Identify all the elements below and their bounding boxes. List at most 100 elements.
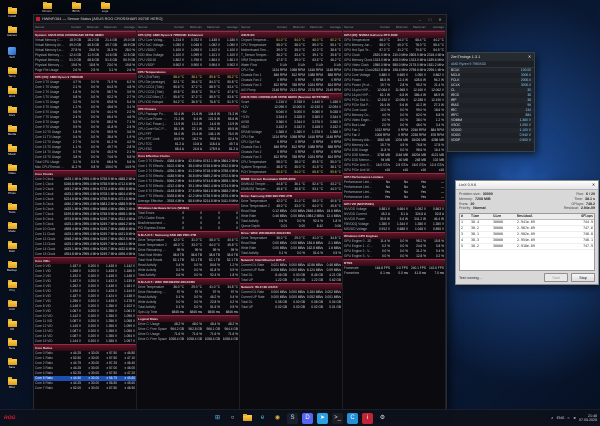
section-header[interactable]: Drive: Samsung SSD 990 PRO 2TB	[240, 192, 342, 199]
desktop-icon[interactable]: Backup	[1, 262, 23, 272]
section-header[interactable]: Windows Hardware Errors (WHEA)	[137, 204, 239, 211]
desktop-icon[interactable]: Mods	[1, 223, 23, 233]
zentimings-title-bar[interactable]: ZenTimings 1.3.1 ✕	[448, 53, 534, 61]
sensor-row[interactable]: Queue Depth0.010.008.420.06	[240, 224, 342, 229]
sensor-row[interactable]: Core 15 Clock4924.8 MHz2995.4 MHz5249.7 …	[34, 252, 136, 257]
close-icon[interactable]: ✕	[528, 53, 531, 61]
section-header[interactable]: Core VIDs	[34, 257, 136, 264]
desktop-icon[interactable]: Logs	[94, 3, 116, 13]
section-header[interactable]: Core Effective Clocks	[137, 152, 239, 159]
section-header[interactable]: GPU Performance Limiters	[343, 173, 445, 180]
desktop-icon[interactable]: Video	[1, 165, 23, 175]
section-header[interactable]: GPU [#0]: NVIDIA GeForce RTX 4090	[343, 31, 445, 38]
desktop-icon[interactable]: Photo	[1, 185, 23, 195]
desktop-icon[interactable]: Docs	[1, 107, 23, 117]
desktop-icon[interactable]: Proj	[1, 282, 23, 292]
desktop-icon[interactable]: Temp	[1, 68, 23, 78]
maximize-icon[interactable]: □	[426, 16, 434, 23]
sensor-row[interactable]: DIMM B2 Temperature45.6 °C36.8 °C53.1 °C…	[240, 187, 342, 192]
rog-logo[interactable]: ROG	[4, 415, 16, 421]
sensor-row[interactable]: AIO Pump2148 RPM2121 RPM2176 RPM2149 RPM	[240, 88, 342, 93]
sensor-row[interactable]: MSVDD Voltage0.912 V0.688 V1.048 V0.896 …	[343, 227, 445, 232]
sensor-row[interactable]: GPU Engine 3 - Video Processing0.0 %0.0 …	[343, 254, 445, 259]
section-header[interactable]: Logical Disks	[137, 315, 239, 322]
terminal-icon[interactable]: >_	[332, 413, 343, 424]
taskbar-clock[interactable]: 21:48 07.05.2025	[579, 414, 597, 423]
tray-chevron-icon[interactable]: ∧	[551, 416, 554, 420]
sensor-row[interactable]: PCH Temperature60.5 °C54.0 °C65.5 °C59.8…	[240, 170, 342, 175]
desktop-icon[interactable]: BIOS	[65, 3, 87, 13]
section-header[interactable]: Core Ratios	[34, 344, 136, 351]
results-row[interactable]: 538.2300002.918e-09747.9	[460, 244, 594, 250]
desktop-icon[interactable]: Distr	[1, 243, 23, 253]
sensor-row[interactable]: CPU EDC88.4 A24.6 A178.9 A81.2 A	[137, 147, 239, 152]
hwinfo-title-bar[interactable]: HWiNFO64 — Sensor Status [ASUS ROG CROSS…	[34, 15, 446, 24]
chrome-icon[interactable]: ◉	[272, 413, 283, 424]
explorer-icon[interactable]	[242, 413, 253, 424]
section-header[interactable]: CPU [#0]: AMD Ryzen 9 7950X3D	[34, 73, 136, 80]
sensor-row[interactable]: Core 7 Ratiox 52.00x 30.00x 57.50x 46.90	[34, 386, 136, 391]
section-header[interactable]: CPU Temperatures	[137, 68, 239, 75]
section-header[interactable]: Network: Intel Ethernet I225-V	[240, 256, 342, 263]
section-header[interactable]: RTSS	[343, 259, 445, 266]
sensor-row[interactable]: Frametime6.1 ms0.0 ms41.8 ms7.0 ms	[343, 271, 445, 276]
desktop-icon[interactable]: Soft	[1, 47, 23, 59]
section-header[interactable]: Network: Wi-Fi 6E AX210	[240, 283, 342, 290]
sensor-row[interactable]: PCI Express Errors0000	[137, 226, 239, 231]
settings-icon[interactable]: ⚙	[377, 413, 388, 424]
desktop-icon[interactable]: Work	[1, 88, 23, 98]
vscode-icon[interactable]: C	[347, 413, 358, 424]
sensor-row[interactable]: Total UP0.02 GB0.00 GB0.02 GB0.01 GB	[240, 305, 342, 310]
desktop-icon[interactable]: Install	[1, 8, 23, 18]
section-header[interactable]: Drive: WDC WD40EZRZ-00GXCB0	[240, 229, 342, 236]
section-header[interactable]: GPU VR (NCP45491)	[343, 200, 445, 207]
results-table[interactable]: #TimeSizeResidualGFlops138.4300002.941e-…	[459, 213, 595, 271]
discord-icon[interactable]: D	[302, 413, 313, 424]
sensor-row[interactable]: Spin-Up Time6846 ms6846 ms6846 ms6846 ms	[137, 310, 239, 315]
sensor-row[interactable]: Core 15 VID1.144 V0.200 V1.356 V1.097 V	[34, 339, 136, 344]
sensor-row[interactable]: Drive D: Free Space1058.4 GB1058.4 GB105…	[137, 337, 239, 342]
section-header[interactable]: S.M.A.R.T.: Samsung SSD 990 PRO 2TB	[137, 231, 239, 238]
section-header[interactable]: Core Clocks	[34, 170, 136, 177]
sensor-row[interactable]: Average Effective Clock3918.4 MHz88.6 MH…	[137, 199, 239, 204]
stop-button[interactable]: Stop	[571, 273, 595, 282]
desktop-icon[interactable]: Arch	[1, 301, 23, 311]
sensor-row[interactable]: Total Activity0.1 %0.0 %51.6 %0.5 %	[240, 251, 342, 256]
sensor-row[interactable]: Performance Limit - UtilizationYesNoYes—	[343, 195, 445, 200]
section-header[interactable]: CPU Powers	[137, 105, 239, 112]
desktop-icon[interactable]: New	[1, 340, 23, 350]
language-indicator[interactable]: ENG	[557, 416, 565, 420]
minimize-icon[interactable]: –	[416, 16, 424, 23]
section-header[interactable]: DIMM: Corsair Dominator DDR5-6000	[240, 175, 342, 182]
desktop-icon[interactable]: Drivers	[36, 3, 58, 13]
desktop-icon[interactable]: Save	[1, 359, 23, 369]
sensor-row[interactable]: Total UP1.22 GB0.00 GB1.22 GB0.62 GB	[240, 278, 342, 283]
sensor-row[interactable]: CPU VDDP0.902 V0.900 V0.904 V0.902 V	[137, 63, 239, 68]
section-header[interactable]: S.M.A.R.T.: WDC WD40EZRZ-00GXCB0	[137, 278, 239, 285]
close-icon[interactable]: ✕	[436, 16, 444, 23]
telegram-icon[interactable]: ➤	[317, 413, 328, 424]
desktop-icon[interactable]: Music	[1, 146, 23, 156]
desktop-icon[interactable]: Tools	[1, 204, 23, 214]
start-icon[interactable]: ⊞	[212, 413, 223, 424]
dialog-title-bar[interactable]: LinX 0.9.6 ✕	[456, 181, 598, 190]
sensor-row[interactable]: Max CPU/Thread Usage11.2 %0.8 %100.0 %14…	[34, 165, 136, 170]
section-header[interactable]: ASUS EC	[240, 31, 342, 38]
section-header[interactable]: ASUS ROG CROSSHAIR X670E HERO (Nuvoton N…	[240, 93, 342, 100]
hwinfo-icon[interactable]: i	[362, 413, 373, 424]
sensor-row[interactable]: Total Activity0.6 %0.0 %92.4 %1.8 %	[137, 273, 239, 278]
desktop-icon[interactable]: Games	[1, 27, 23, 37]
sensor-row[interactable]: Page File Usage2.6 %2.5 %3.1 %2.6 %	[34, 68, 136, 73]
section-header[interactable]: System: ASUS ROG CROSSHAIR X670E HERO	[34, 31, 136, 38]
desktop-icon[interactable]: Old	[1, 321, 23, 331]
sensor-row[interactable]: GPU PCIe Link Widthx16x16x16x16	[343, 168, 445, 173]
desktop-icon[interactable]: Misc	[1, 379, 23, 389]
wifi-icon[interactable]: ≈	[567, 416, 569, 420]
sensor-row[interactable]: CPU IOD Hotspot54.2 °C36.9 °C76.8 °C51.9…	[137, 100, 239, 105]
edge-icon[interactable]: e	[257, 413, 268, 424]
search-icon[interactable]: ○	[227, 413, 238, 424]
start-button[interactable]: Start	[544, 273, 568, 282]
volume-icon[interactable]: ◄	[572, 416, 576, 420]
steam-icon[interactable]: S	[287, 413, 298, 424]
desktop-icon[interactable]: Media	[1, 126, 23, 136]
